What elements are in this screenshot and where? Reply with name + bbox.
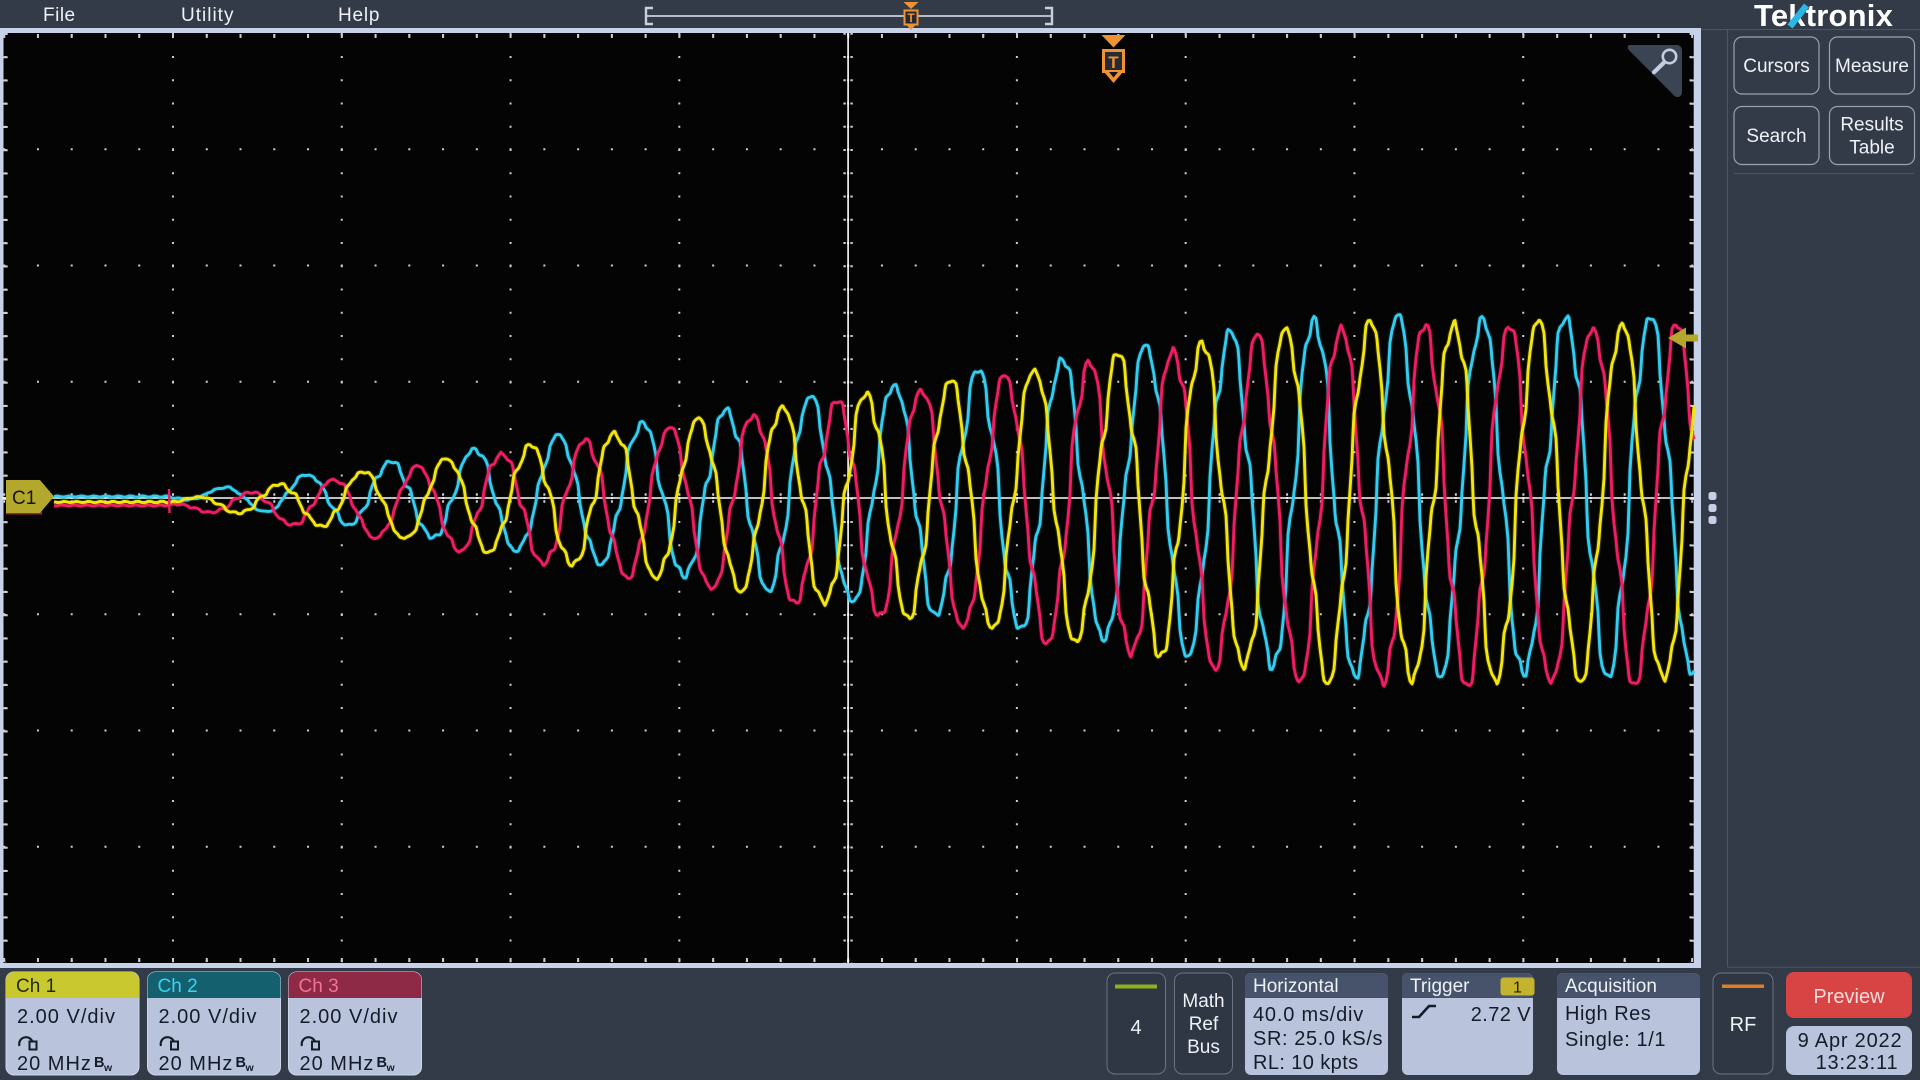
svg-text:1: 1 [1513,980,1522,997]
svg-text:w: w [386,1062,396,1074]
svg-text:Ch 1: Ch 1 [16,976,56,997]
svg-text:T: T [1108,53,1119,72]
svg-text:RL: 10 kpts: RL: 10 kpts [1253,1052,1359,1074]
svg-text:Ch 3: Ch 3 [299,976,339,997]
svg-text:4: 4 [1130,1017,1141,1039]
svg-text:Table: Table [1849,138,1894,159]
svg-text:RF: RF [1730,1014,1757,1036]
svg-text:w: w [245,1062,255,1074]
svg-text:Single: 1/1: Single: 1/1 [1565,1029,1666,1051]
svg-text:Tektronix: Tektronix [1754,0,1894,33]
svg-text:2.72 V: 2.72 V [1471,1004,1531,1026]
svg-text:2.00 V/div: 2.00 V/div [159,1006,258,1028]
svg-text:T: T [907,11,915,25]
svg-text:Bus: Bus [1187,1037,1220,1058]
svg-text:20 MHz: 20 MHz [300,1053,375,1075]
svg-text:Utility: Utility [181,5,234,26]
svg-text:20 MHz: 20 MHz [17,1053,92,1075]
svg-text:Ref: Ref [1189,1014,1219,1035]
svg-text:B: B [94,1055,104,1071]
svg-text:Math: Math [1182,991,1224,1012]
svg-text:Help: Help [338,5,380,26]
svg-text:SR: 25.0 kS/s: SR: 25.0 kS/s [1253,1028,1383,1050]
svg-text:Trigger: Trigger [1410,976,1470,997]
svg-text:B: B [236,1055,246,1071]
svg-text:Acquisition: Acquisition [1565,976,1657,997]
svg-text:9 Apr 2022: 9 Apr 2022 [1798,1030,1903,1052]
svg-text:w: w [103,1062,113,1074]
svg-text:20 MHz: 20 MHz [159,1053,234,1075]
svg-text:Horizontal: Horizontal [1253,976,1339,997]
svg-text:2.00 V/div: 2.00 V/div [17,1006,116,1028]
svg-text:Preview: Preview [1813,986,1885,1008]
svg-text:Measure: Measure [1835,56,1909,77]
svg-text:40.0 ms/div: 40.0 ms/div [1253,1004,1364,1026]
svg-text:13:23:11: 13:23:11 [1816,1052,1899,1074]
svg-text:Search: Search [1746,126,1806,147]
svg-text:B: B [377,1055,387,1071]
svg-text:Cursors: Cursors [1743,56,1810,77]
svg-text:File: File [43,5,76,26]
svg-text:Results: Results [1840,115,1903,136]
svg-text:2.00 V/div: 2.00 V/div [300,1006,399,1028]
svg-text:C1: C1 [12,488,36,509]
svg-text:Ch 2: Ch 2 [158,976,198,997]
svg-text:High Res: High Res [1565,1003,1651,1025]
